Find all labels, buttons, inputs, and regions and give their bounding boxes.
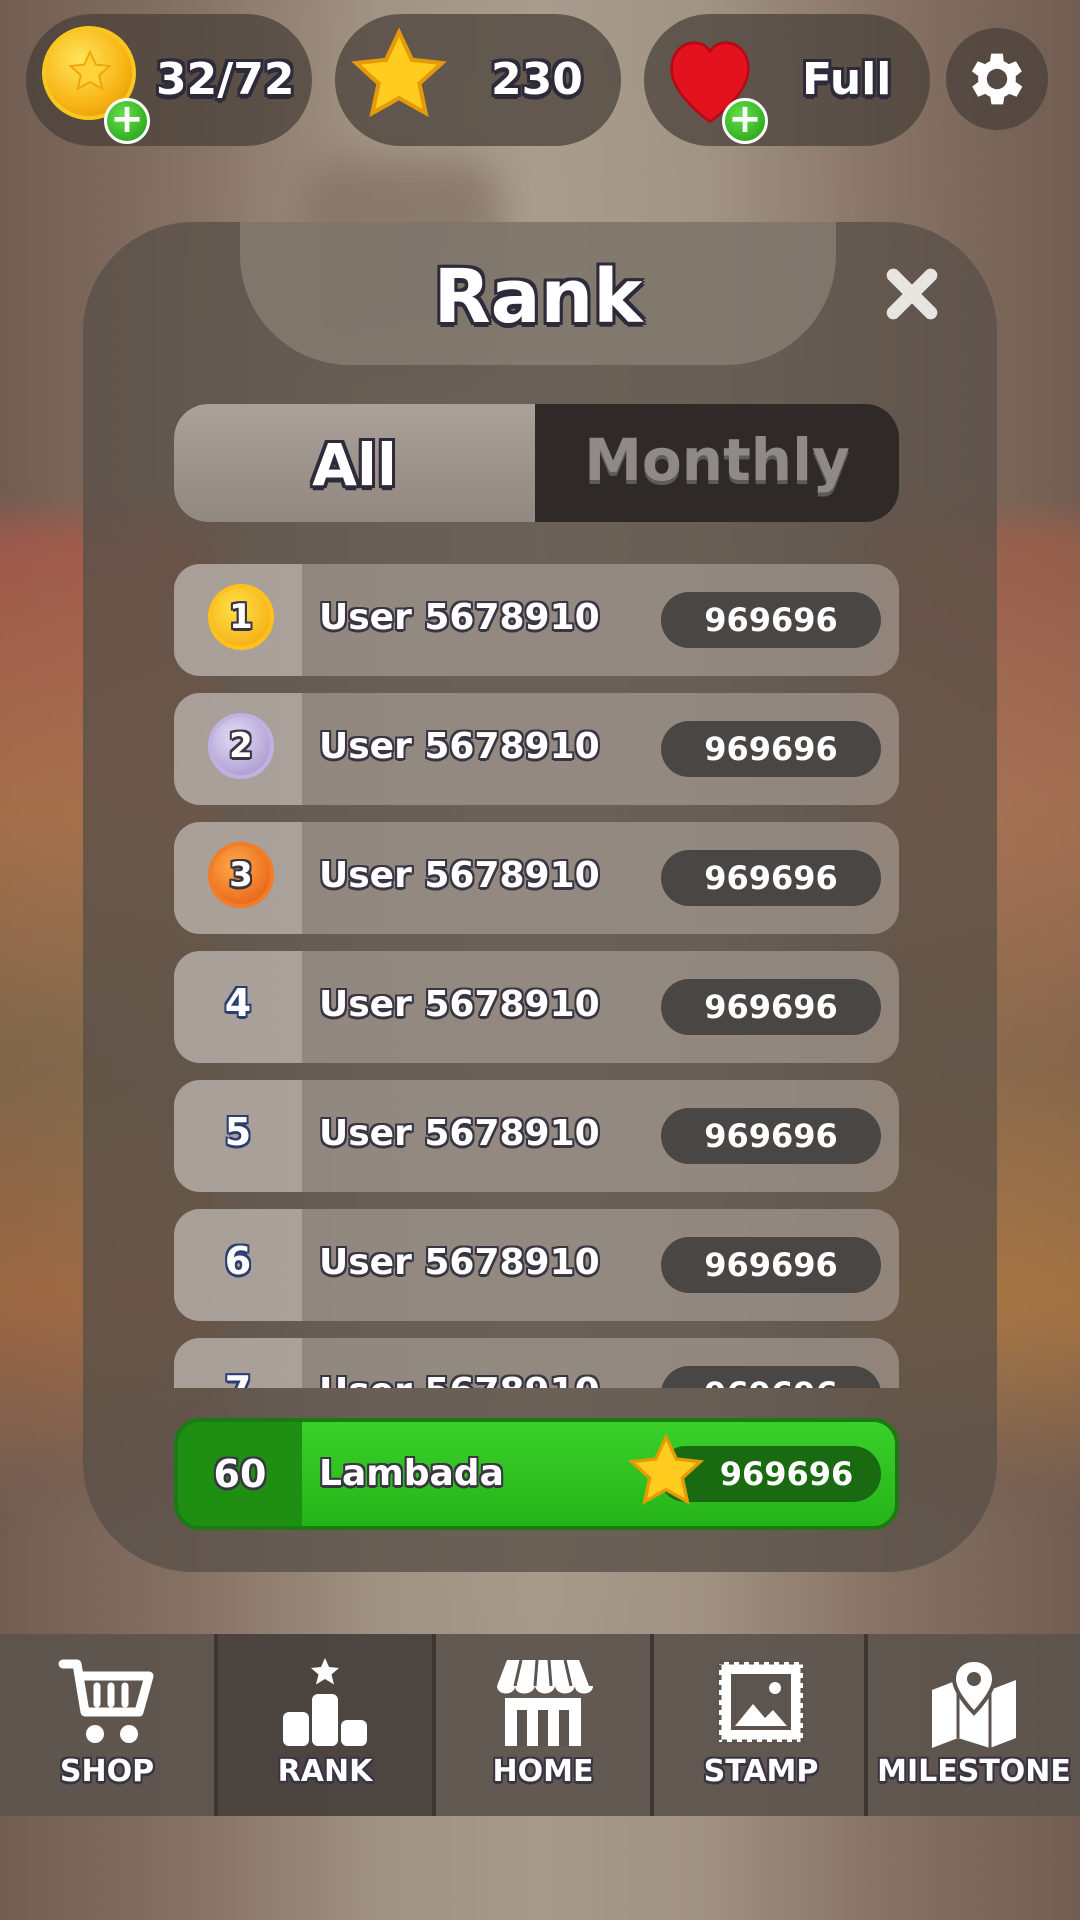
nav-label: STAMP <box>703 1754 819 1789</box>
nav-rank[interactable]: RANK <box>218 1634 432 1816</box>
nav-label: HOME <box>492 1754 594 1789</box>
player-name: User 5678910 <box>319 726 600 767</box>
star-icon <box>627 1433 705 1505</box>
rank-number: 5 <box>224 1110 252 1154</box>
table-row: 2 User 5678910 969696 <box>174 693 899 805</box>
coins-value: 32/72 <box>156 54 295 105</box>
rank-tabs: All Monthly <box>174 404 899 522</box>
coins-counter[interactable]: + 32/72 <box>26 14 312 146</box>
rank-number: 6 <box>224 1239 252 1283</box>
lives-counter[interactable]: + Full <box>644 14 930 146</box>
nav-label: RANK <box>277 1754 373 1789</box>
star-icon <box>351 27 447 118</box>
gold-medal-icon: 1 <box>208 584 274 650</box>
current-user-name: Lambada <box>319 1453 504 1494</box>
lives-value: Full <box>802 54 892 105</box>
stars-value: 230 <box>491 54 583 105</box>
player-score: 969696 <box>661 1237 881 1293</box>
player-name: User 5678910 <box>319 1113 600 1154</box>
map-pin-icon <box>932 1657 1016 1748</box>
tab-all[interactable]: All <box>174 404 535 522</box>
close-icon[interactable] <box>880 262 944 326</box>
settings-button[interactable] <box>946 28 1048 130</box>
nav-stamp[interactable]: STAMP <box>654 1634 868 1816</box>
cart-icon <box>58 1659 154 1743</box>
tab-monthly[interactable]: Monthly <box>535 404 899 522</box>
player-score: 969696 <box>661 1366 881 1388</box>
stars-counter: 230 <box>335 14 621 146</box>
rank-number: 4 <box>224 981 252 1025</box>
player-score: 969696 <box>661 592 881 648</box>
store-icon <box>497 1659 593 1746</box>
nav-label: MILESTONE <box>877 1754 1071 1789</box>
podium-icon <box>283 1658 367 1746</box>
player-score: 969696 <box>661 979 881 1035</box>
add-lives-button[interactable]: + <box>722 98 768 144</box>
table-row: 3 User 5678910 969696 <box>174 822 899 934</box>
bottom-nav: SHOP RANK HOME STAMP MILESTONE <box>0 1634 1080 1816</box>
player-score: 969696 <box>661 850 881 906</box>
current-user-row: 60 Lambada 969696 <box>174 1418 899 1530</box>
player-name: User 5678910 <box>319 1242 600 1283</box>
nav-home[interactable]: HOME <box>436 1634 650 1816</box>
silver-medal-icon: 2 <box>208 713 274 779</box>
player-name: User 5678910 <box>319 855 600 896</box>
stamp-icon <box>716 1659 806 1745</box>
leaderboard-list[interactable]: 1 User 5678910 969696 2 User 5678910 969… <box>174 564 899 1388</box>
tab-all-label: All <box>312 431 397 499</box>
table-row: 6 User 5678910 969696 <box>174 1209 899 1321</box>
rank-number: 7 <box>174 1338 302 1388</box>
nav-label: SHOP <box>59 1754 155 1789</box>
player-name: User 5678910 <box>319 984 600 1025</box>
table-row: 7 User 5678910 969696 <box>174 1338 899 1388</box>
nav-shop[interactable]: SHOP <box>0 1634 214 1816</box>
table-row: 5 User 5678910 969696 <box>174 1080 899 1192</box>
player-name: User 5678910 <box>319 1338 600 1388</box>
bronze-medal-icon: 3 <box>208 842 274 908</box>
player-name: User 5678910 <box>319 597 600 638</box>
table-row: 1 User 5678910 969696 <box>174 564 899 676</box>
player-score: 969696 <box>661 721 881 777</box>
nav-milestone[interactable]: MILESTONE <box>868 1634 1080 1816</box>
page-title: Rank <box>433 254 643 340</box>
table-row: 4 User 5678910 969696 <box>174 951 899 1063</box>
player-score: 969696 <box>661 1108 881 1164</box>
current-user-rank: 60 <box>213 1452 267 1496</box>
gear-icon <box>971 53 1023 105</box>
add-coins-button[interactable]: + <box>104 98 150 144</box>
